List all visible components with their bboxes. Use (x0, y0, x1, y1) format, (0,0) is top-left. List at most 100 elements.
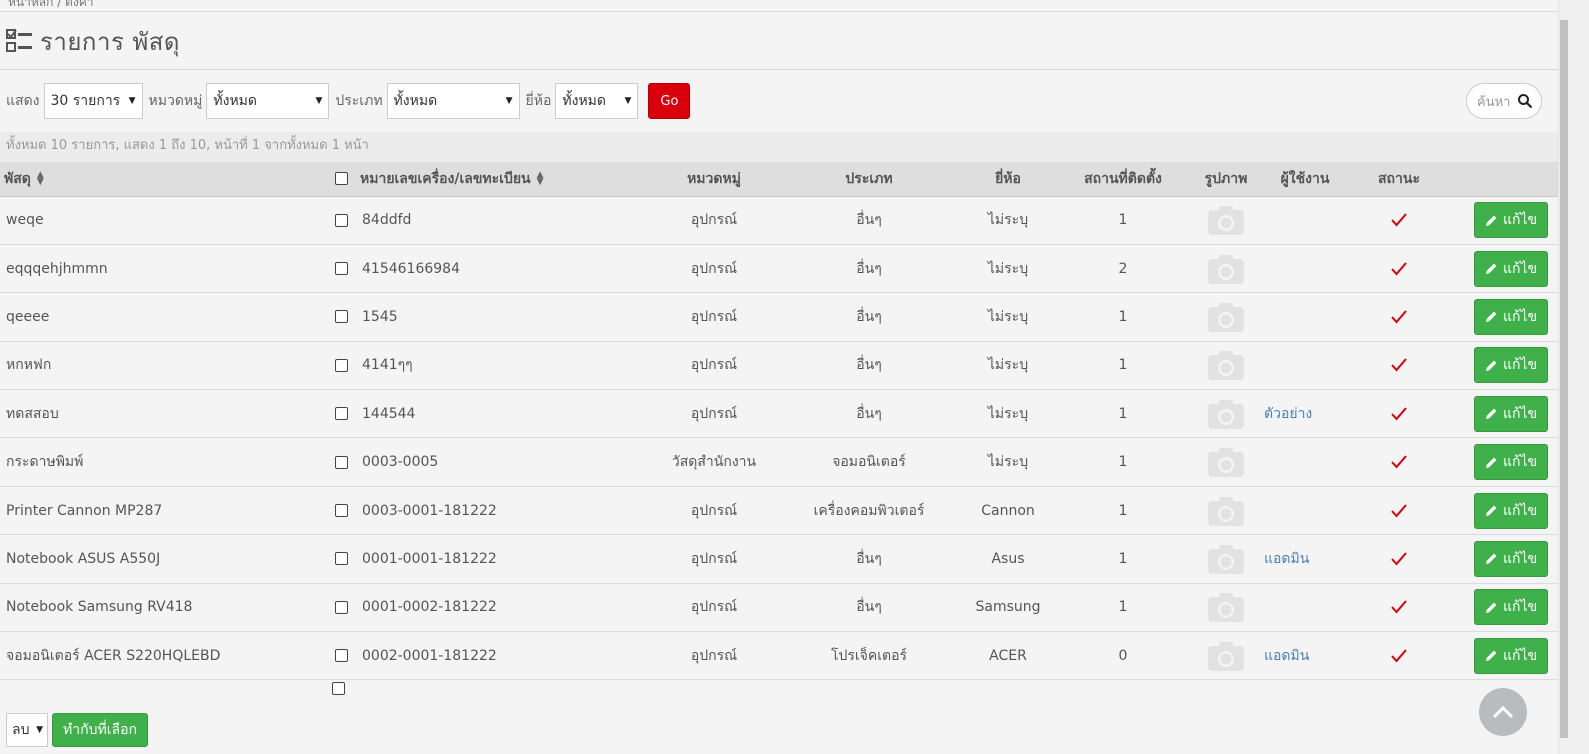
edit-button[interactable]: แก้ไข (1474, 637, 1548, 674)
row-checkbox[interactable] (334, 407, 348, 421)
cell-user: ตัวอย่าง (1258, 389, 1352, 439)
cell-brand: Cannon (964, 486, 1052, 536)
edit-button[interactable]: แก้ไข (1474, 250, 1548, 287)
bulk-action-select[interactable]: ลบ ▼ (6, 713, 48, 747)
cell-item: Notebook Samsung RV418 (0, 583, 326, 633)
user-link[interactable]: ตัวอย่าง (1264, 406, 1312, 422)
edit-button[interactable]: แก้ไข (1474, 540, 1548, 577)
cell-image (1194, 196, 1258, 245)
cell-serial: 0003-0001-181222 (356, 486, 654, 536)
brand-select[interactable]: ทั้งหมด ▼ (555, 83, 639, 119)
go-button[interactable]: Go (648, 83, 691, 119)
cell-category: อุปกรณ์ (654, 486, 774, 536)
row-checkbox[interactable] (334, 552, 348, 566)
category-label: หมวดหมู่ (148, 93, 203, 109)
page-title: รายการ พัสดุ (40, 28, 181, 56)
cell-category: อุปกรณ์ (654, 534, 774, 584)
type-label: ประเภท (335, 93, 383, 109)
header-serial-label: หมายเลขเครื่อง/เลขทะเบียน (360, 170, 531, 187)
header-actions (1446, 162, 1558, 197)
row-checkbox[interactable] (334, 649, 348, 663)
edit-label: แก้ไข (1502, 212, 1538, 229)
edit-button[interactable]: แก้ไข (1474, 202, 1548, 239)
cell-category: อุปกรณ์ (654, 631, 774, 681)
cell-type: อื่นๆ (774, 534, 964, 584)
user-link[interactable]: แอดมิน (1264, 551, 1309, 567)
cell-item: Notebook ASUS A550J (0, 534, 326, 584)
pencil-icon (1485, 650, 1497, 662)
cell-location: 1 (1052, 437, 1194, 487)
row-checkbox[interactable] (334, 310, 348, 324)
show-count-select[interactable]: 30 รายการ ▼ (43, 83, 143, 119)
row-checkbox[interactable] (334, 358, 348, 372)
cell-serial: 0001-0002-181222 (356, 583, 654, 633)
camera-icon (1208, 351, 1244, 381)
edit-button[interactable]: แก้ไข (1474, 347, 1548, 384)
cell-serial: 144544 (356, 389, 654, 439)
cell-select (326, 244, 356, 294)
cell-status (1352, 583, 1446, 633)
footer-checkbox[interactable] (332, 682, 345, 695)
back-to-top-button[interactable] (1479, 688, 1527, 736)
edit-label: แก้ไข (1502, 647, 1538, 664)
cell-type: อื่นๆ (774, 583, 964, 633)
cell-user (1258, 244, 1352, 294)
sort-icon[interactable]: ▲ ▼ (37, 170, 44, 186)
cell-user (1258, 486, 1352, 536)
pencil-icon (1485, 360, 1497, 371)
header-item[interactable]: พัสดุ ▲ ▼ (0, 162, 326, 197)
pencil-icon (1485, 215, 1497, 226)
cell-category: อุปกรณ์ (654, 341, 774, 391)
edit-button[interactable]: แก้ไข (1474, 589, 1548, 626)
edit-button[interactable]: แก้ไข (1474, 492, 1548, 529)
camera-icon (1208, 544, 1244, 574)
cell-category: อุปกรณ์ (654, 389, 774, 439)
scrollbar[interactable] (1558, 0, 1589, 754)
edit-button[interactable]: แก้ไข (1474, 298, 1548, 335)
breadcrumb-text: หน้าหลัก / ตั้งค่า (8, 0, 94, 9)
header-location: สถานที่ติดตั้ง (1052, 162, 1194, 197)
cell-actions: แก้ไข (1446, 244, 1558, 294)
page-header: รายการ พัสดุ (0, 14, 1558, 70)
row-checkbox[interactable] (334, 213, 348, 227)
edit-button[interactable]: แก้ไข (1474, 395, 1548, 432)
check-icon (1391, 358, 1407, 372)
cell-item: qeeee (0, 292, 326, 342)
table-row: หกหฟก 4141ๆๆ อุปกรณ์ อื่นๆ ไม่ระบุ 1 แก้ไข (0, 341, 1558, 391)
camera-icon (1208, 496, 1244, 526)
search-icon[interactable] (1517, 93, 1533, 109)
items-table: พัสดุ ▲ ▼ หมายเลขเครื่อง/เลขทะเบียน ▲ ▼ หมวด… (0, 162, 1558, 681)
row-checkbox[interactable] (334, 600, 348, 614)
cell-category: อุปกรณ์ (654, 196, 774, 245)
scrollbar-thumb[interactable] (1560, 20, 1568, 738)
cell-status (1352, 631, 1446, 681)
row-checkbox[interactable] (334, 455, 348, 469)
cell-location: 1 (1052, 292, 1194, 342)
header-category: หมวดหมู่ (654, 162, 774, 197)
row-checkbox[interactable] (334, 504, 348, 518)
category-select[interactable]: ทั้งหมด ▼ (206, 83, 330, 119)
edit-button[interactable]: แก้ไข (1474, 444, 1548, 481)
cell-actions: แก้ไข (1446, 486, 1558, 536)
header-serial[interactable]: หมายเลขเครื่อง/เลขทะเบียน ▲ ▼ (356, 162, 654, 197)
cell-serial: 0001-0001-181222 (356, 534, 654, 584)
cell-status (1352, 437, 1446, 487)
type-select[interactable]: ทั้งหมด ▼ (386, 83, 520, 119)
edit-label: แก้ไข (1502, 599, 1538, 616)
sort-icon[interactable]: ▲ ▼ (537, 170, 544, 186)
search-box[interactable]: ค้นหา (1466, 83, 1542, 119)
show-label: แสดง (6, 93, 40, 109)
cell-serial: 0003-0005 (356, 437, 654, 487)
header-type: ประเภท (774, 162, 964, 197)
user-link[interactable]: แอดมิน (1264, 648, 1309, 664)
row-checkbox[interactable] (334, 262, 348, 276)
table-row: eqqqehjhmmn 41546166984 อุปกรณ์ อื่นๆ ไม่ระบ… (0, 244, 1558, 294)
cell-serial: 1545 (356, 292, 654, 342)
check-icon (1391, 503, 1407, 518)
apply-selected-button[interactable]: ทำกับที่เลือก (52, 713, 148, 747)
check-icon (1391, 261, 1407, 276)
table-row: weqe 84ddfd อุปกรณ์ อื่นๆ ไม่ระบุ 1 แก้ไข (0, 196, 1558, 245)
cell-item: ทดสสอบ (0, 389, 326, 439)
select-all-checkbox[interactable] (334, 172, 348, 186)
cell-status (1352, 196, 1446, 245)
